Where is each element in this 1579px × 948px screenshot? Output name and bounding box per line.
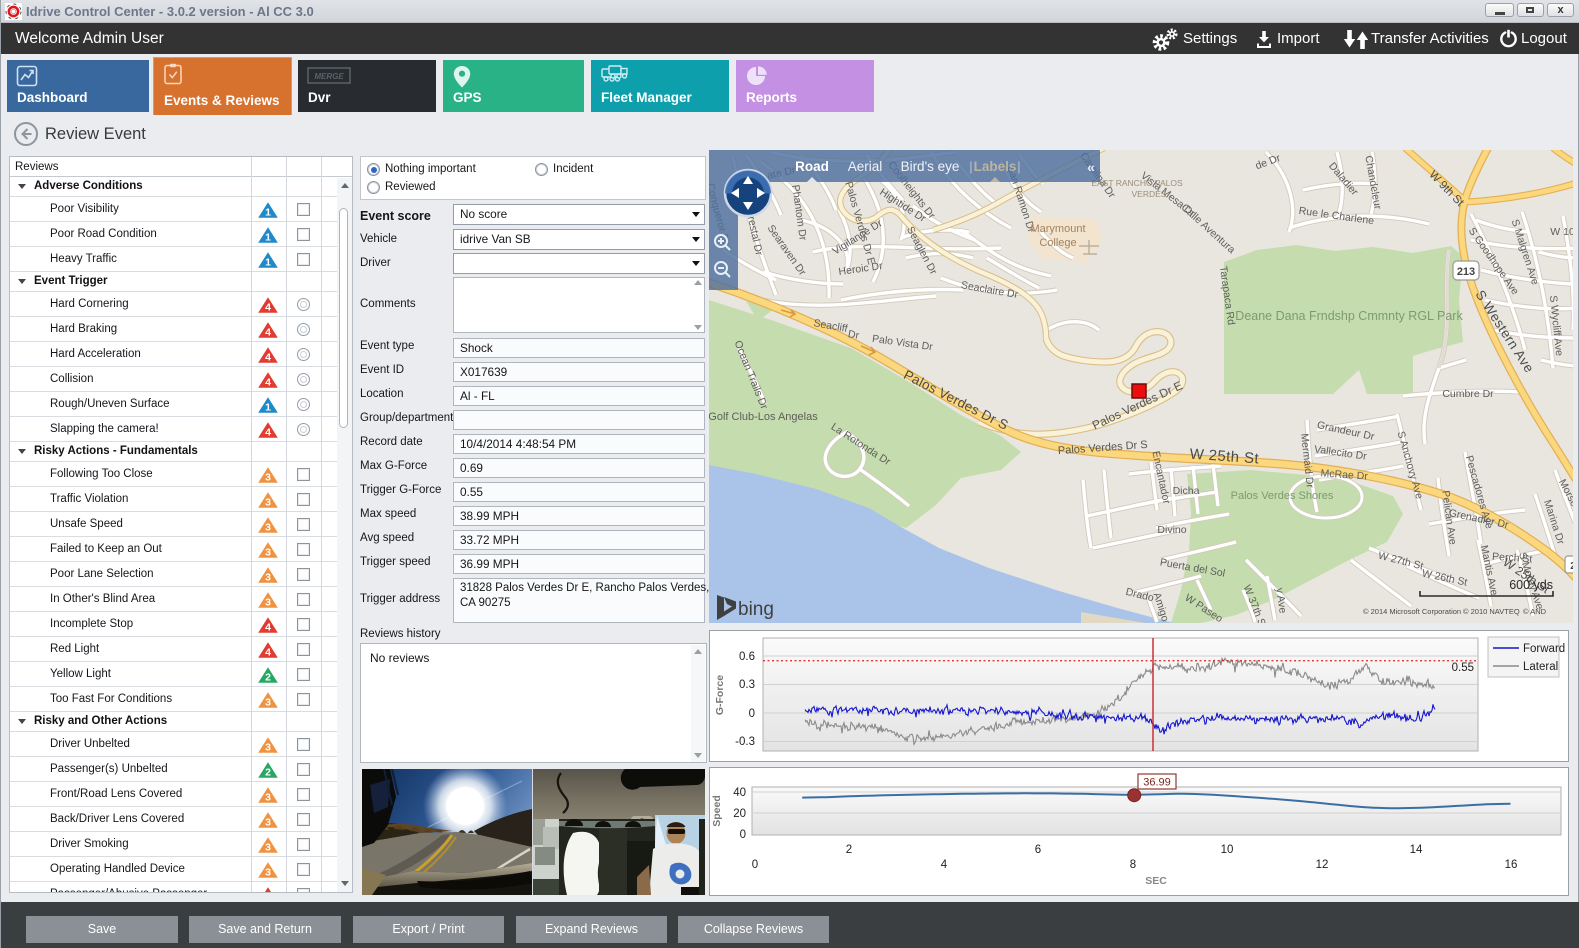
svg-text:4: 4: [265, 622, 271, 634]
svg-text:Road: Road: [795, 159, 829, 174]
svg-text:4: 4: [265, 302, 271, 314]
svg-text:1: 1: [265, 402, 271, 414]
svg-text:2: 2: [846, 844, 852, 856]
svg-text:14: 14: [1410, 844, 1423, 856]
svg-text:2: 2: [265, 767, 271, 779]
svg-text:4: 4: [265, 892, 271, 893]
svg-text:600 yds: 600 yds: [1509, 578, 1553, 592]
svg-text:0.3: 0.3: [739, 679, 755, 691]
svg-text:3: 3: [265, 867, 271, 879]
svg-text:3: 3: [265, 817, 271, 829]
svg-text:MERGE: MERGE: [314, 72, 344, 81]
svg-text:4: 4: [265, 647, 271, 659]
svg-text:«: «: [1087, 159, 1095, 175]
svg-text:bing: bing: [738, 599, 774, 620]
svg-text:2: 2: [265, 672, 271, 684]
svg-text:4: 4: [941, 859, 948, 871]
svg-text:20: 20: [733, 808, 746, 820]
svg-text:© 2014 Microsoft Corporation: © 2014 Microsoft Corporation: [1363, 607, 1461, 616]
svg-text:12: 12: [1316, 859, 1329, 871]
svg-text:Speed: Speed: [711, 795, 723, 827]
svg-text:College: College: [1039, 237, 1076, 249]
svg-text:Bird's eye: Bird's eye: [901, 159, 960, 174]
svg-text:40: 40: [733, 787, 746, 799]
svg-text:4: 4: [265, 327, 271, 339]
svg-text:G-Force: G-Force: [714, 675, 726, 715]
svg-text:3: 3: [265, 547, 271, 559]
svg-text:3: 3: [265, 697, 271, 709]
svg-text:SEC: SEC: [1145, 875, 1167, 887]
svg-text:3: 3: [265, 742, 271, 754]
svg-text:16: 16: [1505, 859, 1518, 871]
svg-text:3: 3: [265, 497, 271, 509]
svg-text:0.55: 0.55: [1452, 662, 1474, 674]
svg-text:8: 8: [1130, 859, 1136, 871]
svg-text:-0.3: -0.3: [735, 736, 755, 748]
svg-text:3: 3: [265, 842, 271, 854]
svg-text:0.6: 0.6: [739, 651, 755, 663]
svg-text:0: 0: [749, 708, 755, 720]
svg-text:W 10t: W 10t: [1550, 226, 1573, 238]
svg-text:Divino: Divino: [1157, 524, 1186, 536]
svg-text:1: 1: [265, 257, 271, 269]
svg-text:3: 3: [265, 522, 271, 534]
svg-text:Marymount: Marymount: [1030, 223, 1085, 235]
svg-text:© AND: © AND: [1523, 607, 1547, 616]
svg-text:3: 3: [265, 472, 271, 484]
svg-text:Aerial: Aerial: [848, 159, 883, 174]
svg-text:Palos Verdes Shores: Palos Verdes Shores: [1231, 490, 1334, 502]
svg-text:213: 213: [1457, 266, 1475, 278]
svg-text:Forward: Forward: [1523, 643, 1565, 655]
svg-text:1: 1: [265, 232, 271, 244]
svg-text:3: 3: [265, 572, 271, 584]
svg-text:3: 3: [265, 792, 271, 804]
svg-text:4: 4: [265, 377, 271, 389]
svg-text:Golf Club-Los Angelas: Golf Club-Los Angelas: [709, 411, 818, 423]
svg-text:1: 1: [265, 207, 271, 219]
svg-text:VERDES: VERDES: [1132, 189, 1167, 199]
svg-text:0: 0: [740, 829, 746, 841]
svg-text:0: 0: [752, 859, 758, 871]
svg-text:4: 4: [265, 352, 271, 364]
svg-text:10: 10: [1221, 844, 1234, 856]
svg-text:Labels: Labels: [974, 159, 1017, 174]
svg-text:|: |: [969, 159, 972, 174]
svg-text:© 2010 NAVTEQ: © 2010 NAVTEQ: [1463, 607, 1520, 616]
svg-text:3: 3: [265, 597, 271, 609]
svg-text:Dicha: Dicha: [1173, 485, 1200, 497]
svg-text:Deane Dana Frndshp Cmmnty RGL: Deane Dana Frndshp Cmmnty RGL Park: [1235, 309, 1463, 323]
svg-text:2: 2: [1570, 561, 1573, 572]
svg-text:|: |: [1017, 159, 1020, 174]
svg-text:Lateral: Lateral: [1523, 661, 1558, 673]
svg-text:4: 4: [265, 427, 271, 439]
svg-text:Cumbre Dr: Cumbre Dr: [1442, 388, 1494, 400]
svg-text:6: 6: [1035, 844, 1041, 856]
svg-text:36.99: 36.99: [1143, 777, 1171, 789]
svg-text:EAST RANCHO PALOS: EAST RANCHO PALOS: [1091, 178, 1183, 188]
